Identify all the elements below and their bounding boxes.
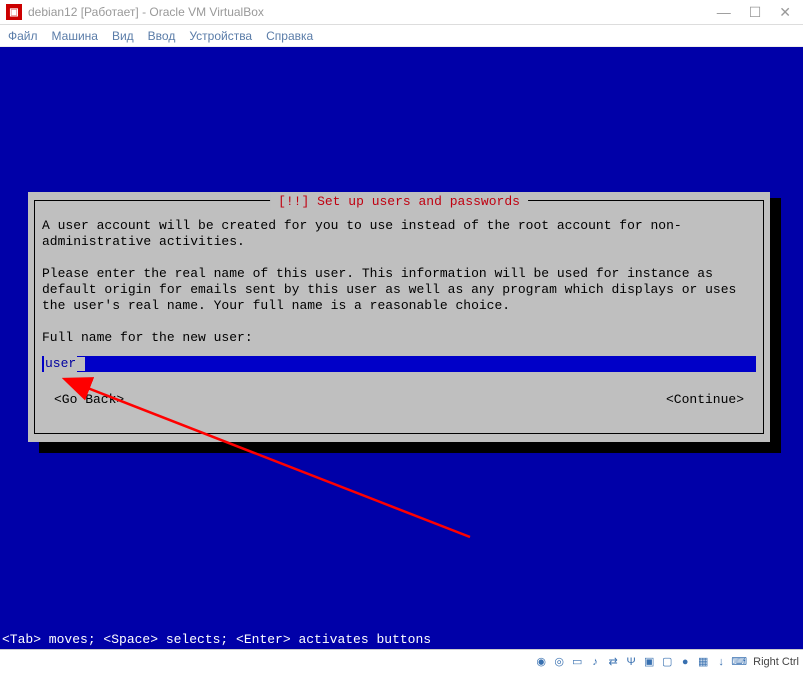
installer-dialog: [!!] Set up users and passwords A user a… <box>28 192 770 442</box>
virtualbox-icon: ▣ <box>6 4 22 20</box>
text-cursor <box>77 357 85 371</box>
installer-helpbar: <Tab> moves; <Space> selects; <Enter> ac… <box>2 632 431 647</box>
dialog-para2: Please enter the real name of this user.… <box>42 266 756 314</box>
vm-statusbar: ◉ ◎ ▭ ♪ ⇄ Ψ ▣ ▢ ● ▦ ↓ ⌨ Right Ctrl <box>0 649 803 673</box>
keyboard-icon[interactable]: ⌨ <box>731 654 747 670</box>
network-icon[interactable]: ⇄ <box>605 654 621 670</box>
display-icon[interactable]: ▢ <box>659 654 675 670</box>
audio-icon[interactable]: ♪ <box>587 654 603 670</box>
window-titlebar: ▣ debian12 [Работает] - Oracle VM Virtua… <box>0 0 803 25</box>
menu-view[interactable]: Вид <box>112 29 134 43</box>
menu-help[interactable]: Справка <box>266 29 313 43</box>
minimize-button[interactable]: — <box>717 4 731 21</box>
window-controls: — ☐ ✕ <box>717 4 797 21</box>
floppy-icon[interactable]: ▭ <box>569 654 585 670</box>
menu-file[interactable]: Файл <box>8 29 38 43</box>
continue-button[interactable]: <Continue> <box>666 392 744 408</box>
hostkey-label[interactable]: Right Ctrl <box>753 656 799 668</box>
mouse-icon[interactable]: ↓ <box>713 654 729 670</box>
menubar: Файл Машина Вид Ввод Устройства Справка <box>0 25 803 47</box>
menu-machine[interactable]: Машина <box>52 29 98 43</box>
dialog-title: [!!] Set up users and passwords <box>270 194 528 210</box>
dialog-nav: <Go Back> <Continue> <box>42 392 756 408</box>
menu-devices[interactable]: Устройства <box>189 29 252 43</box>
usb-icon[interactable]: Ψ <box>623 654 639 670</box>
dialog-para1: A user account will be created for you t… <box>42 218 756 250</box>
menu-input[interactable]: Ввод <box>148 29 176 43</box>
window-title: debian12 [Работает] - Oracle VM VirtualB… <box>28 5 717 19</box>
fullname-input[interactable]: user <box>42 356 756 372</box>
shared-folder-icon[interactable]: ▣ <box>641 654 657 670</box>
dialog-prompt: Full name for the new user: <box>42 330 756 346</box>
hdd-icon[interactable]: ◉ <box>533 654 549 670</box>
fullname-value: user <box>44 356 77 372</box>
maximize-button[interactable]: ☐ <box>749 4 762 21</box>
go-back-button[interactable]: <Go Back> <box>54 392 124 408</box>
vm-display[interactable]: [!!] Set up users and passwords A user a… <box>0 47 803 649</box>
close-button[interactable]: ✕ <box>779 4 791 21</box>
dialog-content: A user account will be created for you t… <box>42 218 756 428</box>
cpu-icon[interactable]: ▦ <box>695 654 711 670</box>
cd-icon[interactable]: ◎ <box>551 654 567 670</box>
recording-icon[interactable]: ● <box>677 654 693 670</box>
